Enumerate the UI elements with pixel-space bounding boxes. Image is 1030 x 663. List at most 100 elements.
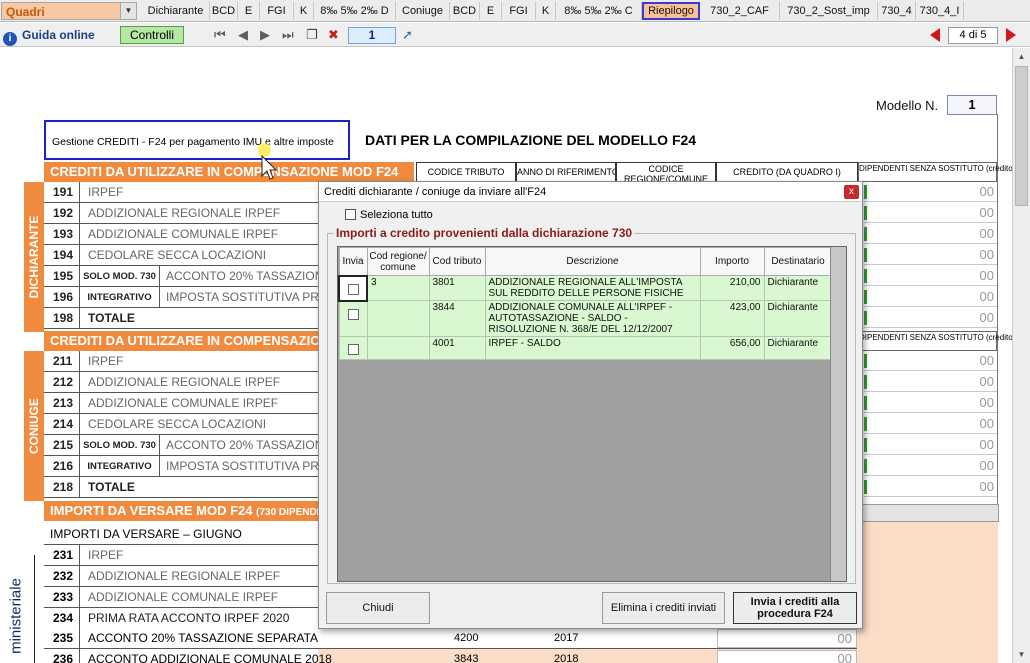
prev-form-icon[interactable] (930, 28, 940, 42)
credit-amount-field[interactable]: 00 (864, 414, 997, 434)
grid-col-2: Cod tributo (428, 247, 486, 276)
close-icon[interactable]: x (844, 185, 859, 199)
tab-e[interactable]: E (238, 2, 260, 20)
guida-label: Guida online (22, 28, 95, 42)
tab-fgi[interactable]: FGI (502, 2, 536, 20)
page-number-box[interactable]: 1 (348, 27, 396, 44)
importo-cell: 210,00 (699, 275, 765, 301)
grid-row[interactable]: 3844 ADDIZIONALE COMUNALE ALL'IRPEF - AUT… (338, 300, 833, 337)
invia-checkbox[interactable] (338, 336, 368, 360)
tab-coniuge[interactable]: Coniuge (396, 2, 450, 20)
quadri-select[interactable]: Quadri ▼ (1, 2, 137, 20)
credit-amount-field[interactable]: 00 (864, 393, 997, 413)
credit-amount-field[interactable]: 00 (864, 203, 997, 223)
select-all-checkbox[interactable]: Seleziona tutto (345, 209, 433, 221)
last-page-icon[interactable]: ⏭ (282, 27, 294, 43)
credit-amount-field[interactable]: 00 (864, 372, 997, 392)
vertical-scrollbar[interactable]: ▲ ▼ (1012, 48, 1030, 663)
modello-number-field[interactable]: 1 (947, 95, 997, 115)
row-label: ADDIZIONALE REGIONALE IRPEF (88, 375, 281, 389)
group-label: Importi a credito provenienti dalla dich… (334, 226, 635, 240)
guida-online-button[interactable]: i Guida online (3, 26, 95, 46)
crediti-dialog: Crediti dichiarante / coniuge da inviare… (318, 181, 863, 629)
tab-730-2-sost-imp[interactable]: 730_2_Sost_imp (780, 2, 878, 20)
table-row: 235 ACCONTO 20% TASSAZIONE SEPARATA 4200… (44, 628, 857, 649)
grid-scrollbar[interactable] (830, 247, 846, 581)
invia-checkbox[interactable] (338, 300, 368, 337)
next-page-icon[interactable]: ▶ (260, 27, 270, 43)
checkbox-icon[interactable] (347, 308, 359, 320)
tab-8-5-2-c[interactable]: 8‰ 5‰ 2‰ C (556, 2, 642, 20)
credit-amount-field[interactable]: 00 (864, 224, 997, 244)
controlli-button[interactable]: Controlli (120, 26, 184, 44)
credit-amount-field[interactable]: 00 (864, 351, 997, 371)
row-sub-label: SOLO MOD. 730 (80, 266, 160, 287)
gestione-crediti-button[interactable]: Gestione CREDITI - F24 per pagamento IMU… (44, 120, 350, 160)
row-number: 195 (44, 266, 80, 287)
section-crediti-dichiarante: CREDITI DA UTILIZZARE IN COMPENSAZIONE M… (44, 162, 414, 182)
new-page-icon[interactable]: ❐ (306, 27, 318, 43)
giugno-label: IMPORTI DA VERSARE – GIUGNO (44, 524, 318, 545)
credit-amount-field[interactable]: 00 (864, 477, 997, 497)
first-page-icon[interactable]: ⏮ (214, 27, 226, 43)
grid-row[interactable]: 4001 IRPEF - SALDO 656,00 Dichiarante (338, 336, 833, 360)
invia-crediti-button[interactable]: Invia i crediti alla procedura F24 (733, 592, 857, 624)
amount-field[interactable]: 00 (717, 629, 857, 648)
cod-regione-cell (366, 300, 430, 337)
row-label: ADDIZIONALE REGIONALE IRPEF (88, 206, 281, 220)
credit-amount-field[interactable]: 00 (864, 287, 997, 307)
tab-bcd[interactable]: BCD (450, 2, 480, 20)
table-row: 211 IRPEF (44, 351, 318, 372)
dati-f24-title: DATI PER LA COMPILAZIONE DEL MODELLO F24 (365, 132, 697, 148)
tab-riepilogo[interactable]: Riepilogo (642, 2, 700, 20)
credit-amount-field[interactable]: 00 (864, 266, 997, 286)
scroll-up-icon[interactable]: ▲ (1013, 48, 1030, 65)
amount-field[interactable]: 00 (717, 650, 857, 663)
credit-amount-field[interactable]: 00 (864, 182, 997, 202)
chevron-down-icon[interactable]: ▼ (120, 3, 136, 19)
table-row: 233 ADDIZIONALE COMUNALE IRPEF (44, 587, 318, 608)
tab-730-4[interactable]: 730_4 (878, 2, 916, 20)
delete-page-icon[interactable]: ✖ (328, 27, 339, 43)
elimina-crediti-button[interactable]: Elimina i crediti inviati (602, 592, 725, 624)
credit-amount-field[interactable]: 00 (864, 456, 997, 476)
tab-e[interactable]: E (480, 2, 502, 20)
scroll-thumb[interactable] (1015, 66, 1028, 206)
scroll-down-icon[interactable]: ▼ (1013, 646, 1030, 663)
top-tab-bar: Quadri ▼ Dichiarante BCD E FGI K 8‰ 5‰ 2‰ D Co… (0, 0, 1030, 22)
row-sub-label: SOLO MOD. 730 (80, 435, 160, 456)
ministeriale-label: ministeriale (4, 561, 28, 663)
row-label: CEDOLARE SECCA LOCAZIONI (88, 417, 267, 431)
prev-page-icon[interactable]: ◀ (238, 27, 248, 43)
credit-amount-field[interactable]: 00 (864, 245, 997, 265)
tab-dichiarante[interactable]: Dichiarante (142, 2, 210, 20)
tab-fgi[interactable]: FGI (260, 2, 294, 20)
credit-amount-field[interactable]: 00 (864, 308, 997, 328)
checkbox-icon[interactable] (347, 344, 359, 355)
tab-k[interactable]: K (536, 2, 556, 20)
credit-amount-field[interactable]: 00 (864, 435, 997, 455)
checkbox-icon[interactable] (347, 283, 359, 295)
grid-col-3: Descrizione (484, 247, 701, 276)
toolbar: i Guida online Controlli ⏮ ◀ ▶ ⏭ ❐ ✖ 1 ➚ … (0, 23, 1030, 47)
grid-row[interactable]: 3 3801 ADDIZIONALE REGIONALE ALL'IMPOSTA S… (338, 274, 833, 302)
table-row: 236 ACCONTO ADDIZIONALE COMUNALE 2018 38… (44, 649, 857, 663)
tab-730-4-i[interactable]: 730_4_I (916, 2, 964, 20)
checkbox-icon[interactable] (345, 209, 356, 220)
goto-page-icon[interactable]: ➚ (402, 27, 413, 43)
invia-checkbox[interactable] (338, 274, 368, 302)
next-form-icon[interactable] (1006, 28, 1016, 42)
row-number: 215 (44, 435, 80, 456)
tab-bcd[interactable]: BCD (210, 2, 238, 20)
row-number: 216 (44, 456, 80, 477)
importo-cell: 423,00 (699, 300, 765, 337)
tab-730-2-caf[interactable]: 730_2_CAF (700, 2, 780, 20)
row-label: ACCONTO 20% TASSAZIONE SEPARATA (88, 631, 319, 645)
tab-8-5-2-d[interactable]: 8‰ 5‰ 2‰ D (314, 2, 396, 20)
table-row: 232 ADDIZIONALE REGIONALE IRPEF (44, 566, 318, 587)
chiudi-button[interactable]: Chiudi (326, 592, 430, 624)
gestione-label: Gestione CREDITI - F24 per pagamento IMU… (52, 136, 334, 148)
tab-k[interactable]: K (294, 2, 314, 20)
table-row: 194 CEDOLARE SECCA LOCAZIONI (44, 245, 318, 266)
cod-regione-cell (366, 336, 430, 360)
